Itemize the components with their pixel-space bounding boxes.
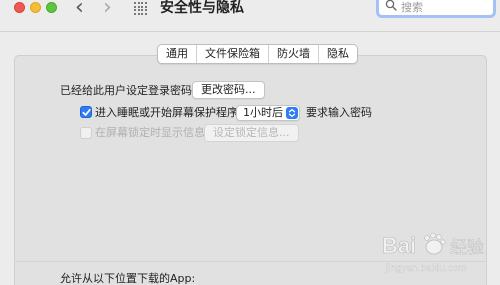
tab-firewall[interactable]: 防火墙 xyxy=(269,45,319,63)
tab-privacy[interactable]: 隐私 xyxy=(319,45,357,63)
require-password-label: 进入睡眠或开始屏幕保护程序 xyxy=(95,106,238,119)
tab-general[interactable]: 通用 xyxy=(158,45,197,63)
change-password-button[interactable]: 更改密码... xyxy=(192,81,265,99)
tab-filevault[interactable]: 文件保险箱 xyxy=(197,45,269,63)
back-arrow-icon[interactable]: ‹ xyxy=(75,0,84,19)
password-delay-value: 1小时后 xyxy=(243,106,283,119)
password-delay-select[interactable]: 1小时后 xyxy=(236,105,300,121)
forward-arrow-icon[interactable]: › xyxy=(103,0,112,19)
allow-apps-label: 允许从以下位置下载的App: xyxy=(60,272,196,285)
set-lock-message-button[interactable]: 设定锁定信息... xyxy=(204,124,299,142)
minimize-window-button[interactable] xyxy=(30,2,41,13)
require-password-checkbox[interactable] xyxy=(80,106,92,118)
password-set-label: 已经给此用户设定登录密码 xyxy=(60,84,192,97)
show-all-grid-icon[interactable] xyxy=(134,2,148,16)
title-bar: ‹ › 安全性与隐私 搜索 xyxy=(0,0,500,32)
window-title: 安全性与隐私 xyxy=(160,0,244,16)
chevron-updown-icon xyxy=(286,107,298,119)
show-lock-message-checkbox[interactable] xyxy=(80,127,92,139)
close-window-button[interactable] xyxy=(14,2,25,13)
svg-text:经验: 经验 xyxy=(450,238,484,258)
require-password-suffix: 要求输入密码 xyxy=(306,106,372,119)
zoom-window-button[interactable] xyxy=(46,2,57,13)
search-placeholder: 搜索 xyxy=(401,1,423,14)
checkmark-icon xyxy=(82,108,91,116)
svg-text:jingyan.baidu.com: jingyan.baidu.com xyxy=(385,263,467,274)
segmented-tab-bar: 通用 文件保险箱 防火墙 隐私 xyxy=(157,44,358,64)
baidu-jingyan-watermark: Bai 经验 jingyan.baidu.com xyxy=(380,225,500,285)
svg-text:Bai: Bai xyxy=(382,233,416,258)
search-field[interactable]: 搜索 xyxy=(376,0,496,18)
search-icon xyxy=(385,0,397,11)
show-lock-message-label: 在屏幕锁定时显示信息 xyxy=(95,126,205,139)
